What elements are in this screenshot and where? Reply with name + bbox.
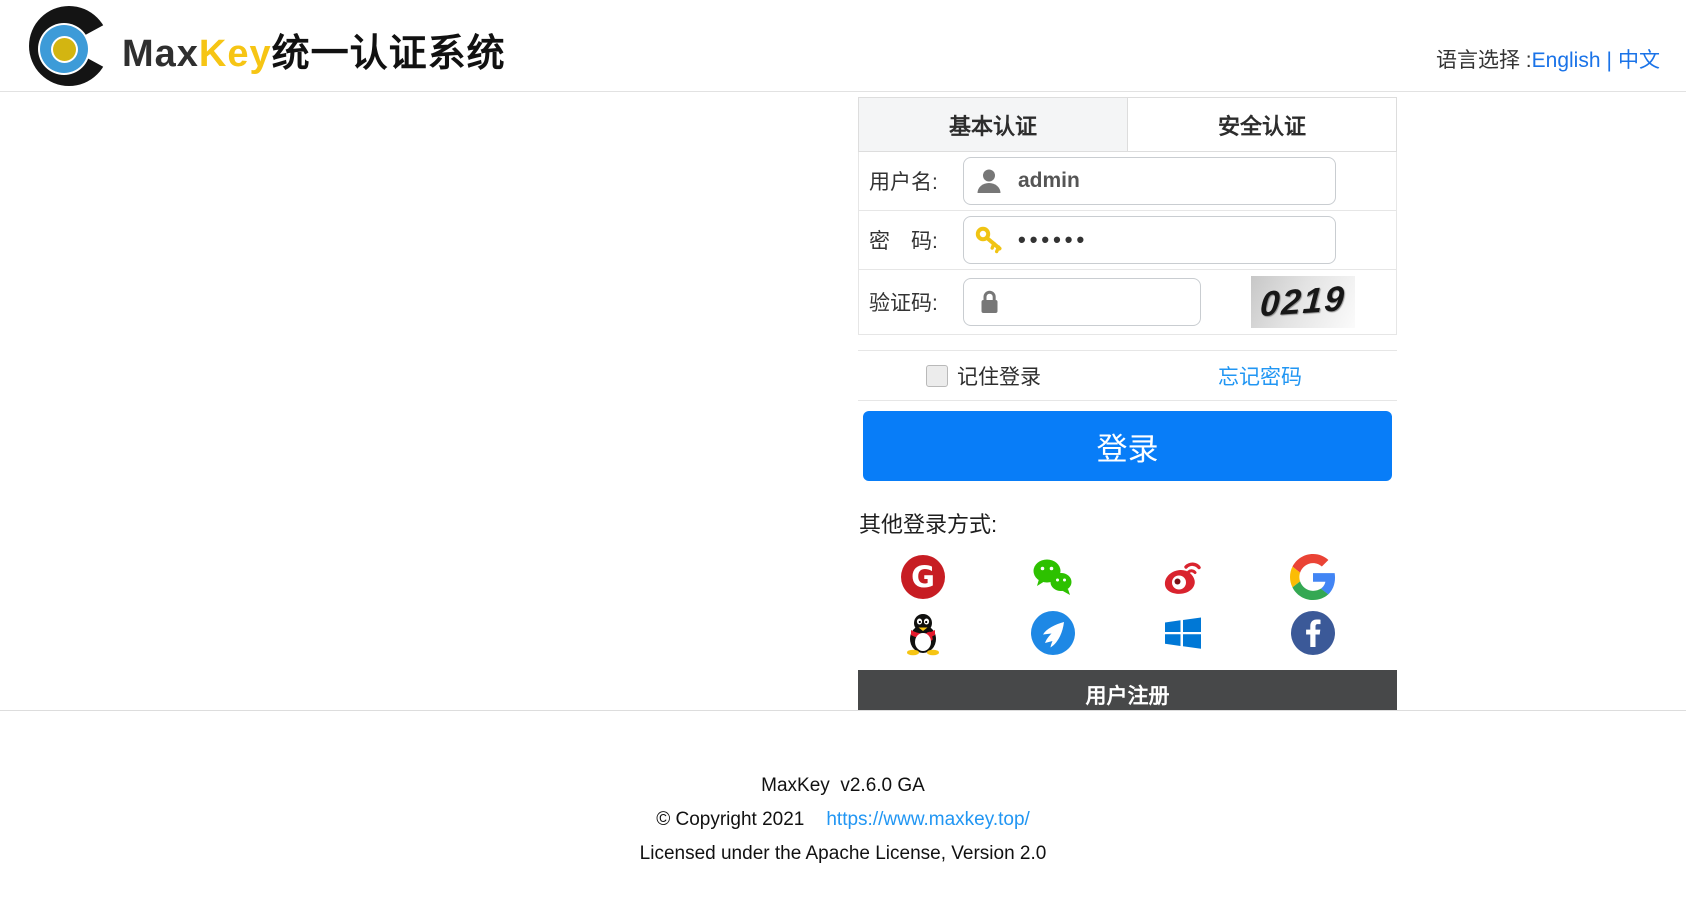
app-header: MaxKey统一认证系统 语言选择 :English | 中文 — [0, 0, 1686, 92]
qq-login-button[interactable] — [858, 605, 988, 661]
username-input[interactable] — [1018, 169, 1325, 193]
login-form: 用户名: 密 码: — [858, 152, 1397, 335]
login-button[interactable]: 登录 — [863, 411, 1392, 481]
gitee-icon: G — [901, 555, 945, 599]
language-selector: 语言选择 :English | 中文 — [1436, 44, 1660, 74]
auth-tabs: 基本认证 安全认证 — [858, 97, 1397, 152]
google-login-button[interactable] — [1248, 549, 1378, 605]
svg-text:G: G — [911, 560, 935, 594]
page-title: MaxKey统一认证系统 — [122, 22, 506, 77]
tab-basic-auth[interactable]: 基本认证 — [859, 98, 1127, 151]
password-label: 密 码: — [869, 230, 938, 253]
weibo-login-button[interactable] — [1118, 549, 1248, 605]
language-label: 语言选择 : — [1435, 49, 1532, 72]
captcha-row: 验证码: 0219 — [859, 270, 1396, 334]
captcha-input-box — [963, 278, 1201, 326]
username-input-box — [963, 157, 1336, 205]
remember-label: 记住登录 — [957, 365, 1041, 389]
username-row: 用户名: — [859, 152, 1396, 211]
captcha-input[interactable] — [1018, 290, 1190, 314]
other-login-methods-label: 其他登录方式: — [859, 512, 998, 537]
wechat-icon — [1033, 559, 1072, 595]
forgot-password-link[interactable]: 忘记密码 — [1218, 361, 1302, 391]
page-footer: MaxKey v2.6.0 GA © Copyright 2021 https:/… — [0, 710, 1686, 900]
language-link-english[interactable]: English — [1532, 49, 1601, 72]
remember-row: 记住登录 忘记密码 — [858, 350, 1397, 401]
brand-suffix: 统一认证系统 — [271, 33, 506, 75]
maxkey-logo-icon — [29, 6, 109, 86]
qq-icon — [907, 614, 939, 656]
footer-site-link[interactable]: https://www.maxkey.top/ — [826, 809, 1029, 830]
captcha-image-text: 0219 — [1258, 278, 1348, 325]
password-row: 密 码: — [859, 211, 1396, 270]
windows-icon — [1165, 617, 1201, 649]
gitee-login-button[interactable]: G — [858, 549, 988, 605]
language-link-chinese[interactable]: 中文 — [1618, 49, 1660, 72]
tab-secure-auth[interactable]: 安全认证 — [1127, 98, 1396, 151]
password-input[interactable] — [1018, 227, 1325, 253]
facebook-icon — [1291, 611, 1335, 655]
footer-version: MaxKey v2.6.0 GA — [761, 775, 925, 796]
footer-license: Licensed under the Apache License, Versi… — [639, 843, 1047, 864]
user-icon — [977, 169, 1001, 193]
footer-copyright-line: © Copyright 2021 https://www.maxkey.top/ — [0, 809, 1686, 831]
remember-checkbox[interactable] — [926, 364, 948, 387]
login-panel: 基本认证 安全认证 用户名: 密 码: — [858, 97, 1397, 719]
social-login-providers: G — [858, 549, 1397, 661]
brand-max: Max — [122, 33, 199, 75]
password-input-box — [963, 216, 1336, 264]
google-icon — [1290, 554, 1336, 600]
key-icon — [975, 226, 1002, 254]
footer-copyright: © Copyright 2021 — [656, 809, 805, 830]
login-page: MaxKey统一认证系统 语言选择 :English | 中文 基本认证 安全认证 … — [0, 0, 1686, 900]
windows-login-button[interactable] — [1118, 605, 1248, 661]
lock-icon — [981, 290, 998, 313]
dingtalk-icon — [1031, 611, 1075, 655]
captcha-image[interactable]: 0219 — [1251, 276, 1355, 328]
dingtalk-login-button[interactable] — [988, 605, 1118, 661]
username-label: 用户名: — [869, 171, 938, 194]
wechat-login-button[interactable] — [988, 549, 1118, 605]
brand-key: Key — [198, 33, 272, 75]
captcha-label: 验证码: — [869, 292, 938, 315]
language-divider: | — [1606, 49, 1612, 72]
weibo-icon — [1164, 562, 1201, 594]
facebook-login-button[interactable] — [1248, 605, 1378, 661]
